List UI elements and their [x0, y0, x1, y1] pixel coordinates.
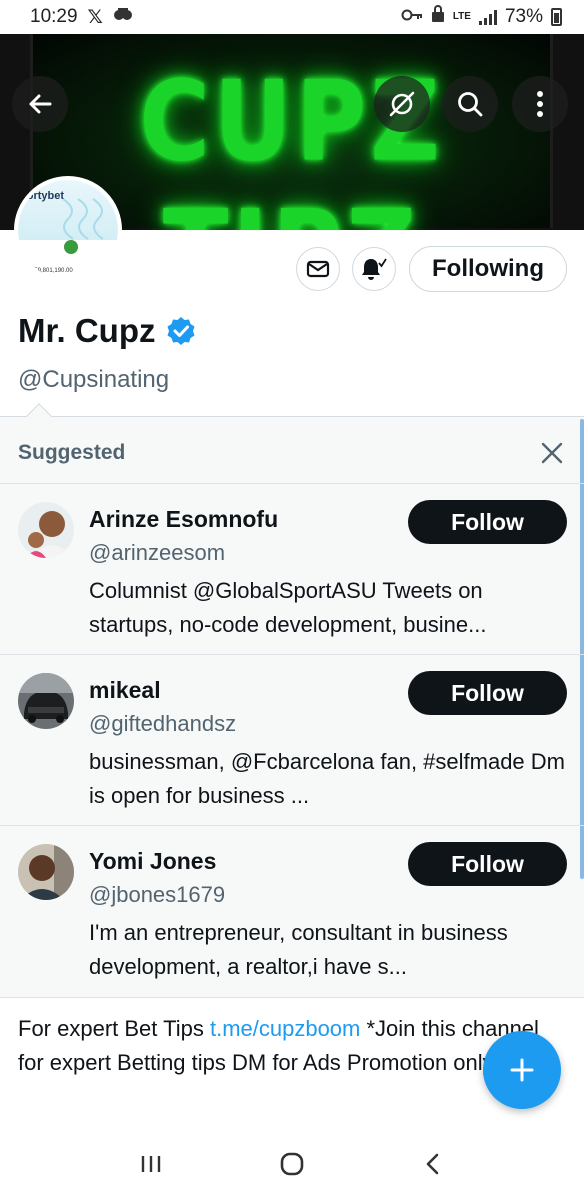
profile-name-row: Mr. Cupz	[18, 312, 196, 350]
suggested-user-row[interactable]: mikeal @giftedhandsz businessman, @Fcbar…	[0, 655, 584, 825]
x-logo-icon: 𝕏	[87, 6, 103, 28]
mute-icon	[389, 91, 415, 117]
back-nav-icon	[427, 1153, 439, 1175]
suggested-user-handle: @giftedhandsz	[89, 711, 237, 736]
profile-handle: @Cupsinating	[18, 366, 170, 393]
status-left: 10:29 𝕏	[30, 6, 133, 29]
suggested-user-row[interactable]: Arinze Esomnofu @arinzeesom Columnist @G…	[0, 484, 584, 654]
key-icon	[401, 6, 423, 28]
system-nav-bar	[0, 1128, 584, 1200]
follow-button[interactable]: Follow	[408, 842, 567, 886]
recents-button[interactable]	[129, 1142, 173, 1186]
status-bar: 10:29 𝕏 LTE 73%	[0, 0, 584, 34]
signal-icon	[478, 9, 497, 25]
divider	[0, 997, 584, 998]
network-type: LTE	[452, 11, 471, 22]
battery-icon	[551, 8, 562, 26]
back-nav-button[interactable]	[411, 1142, 455, 1186]
suggested-user-handle: @arinzeesom	[89, 540, 226, 565]
close-icon	[541, 442, 563, 464]
compose-button[interactable]	[483, 1031, 561, 1109]
message-button[interactable]	[296, 247, 340, 291]
panel-caret	[26, 403, 52, 429]
more-options-button[interactable]	[512, 76, 568, 132]
suggested-user-bio: businessman, @Fcbarcelona fan, #selfmade…	[89, 749, 565, 808]
back-button[interactable]	[12, 76, 68, 132]
bell-icon	[362, 258, 387, 280]
suggested-user-avatar[interactable]	[18, 844, 74, 900]
search-icon	[458, 92, 483, 117]
profile-avatar[interactable]: portybet ₦59,801,190.00	[14, 176, 122, 284]
suggested-title: Suggested	[18, 441, 126, 464]
mail-icon	[306, 260, 330, 278]
following-button[interactable]: Following	[409, 246, 567, 292]
suggested-user-bio: Columnist @GlobalSportASU Tweets on star…	[89, 578, 487, 637]
suggested-user-avatar[interactable]	[18, 502, 74, 558]
status-right: LTE 73%	[401, 5, 562, 29]
recents-icon	[141, 1156, 160, 1172]
vpn-lock-icon	[431, 5, 445, 29]
suggested-user-bio: I'm an entrepreneur, consultant in busin…	[89, 920, 508, 979]
app-notification-icon	[113, 6, 133, 28]
back-arrow-icon	[29, 94, 52, 114]
avatar-image: portybet ₦59,801,190.00	[18, 180, 118, 280]
bio-prefix: For expert Bet Tips	[18, 1016, 210, 1041]
suggested-user-avatar[interactable]	[18, 673, 74, 729]
follow-button[interactable]: Follow	[408, 671, 567, 715]
avatar-amount: ₦59,801,190.00	[30, 268, 73, 274]
suggested-user-row[interactable]: Yomi Jones @jbones1679 I'm an entreprene…	[0, 826, 584, 996]
suggested-user-name[interactable]: Yomi Jones	[89, 848, 216, 875]
suggested-panel: Suggested Arinze Esomnofu @arinzeesom Co…	[0, 403, 584, 997]
verified-icon	[167, 317, 194, 345]
suggested-user-name[interactable]: mikeal	[89, 677, 161, 704]
notifications-button[interactable]	[352, 247, 396, 291]
bio-link[interactable]: t.me/cupzboom	[210, 1016, 360, 1041]
follow-button[interactable]: Follow	[408, 500, 567, 544]
display-name: Mr. Cupz	[18, 312, 156, 349]
suggested-user-handle: @jbones1679	[89, 882, 226, 907]
home-button[interactable]	[270, 1142, 314, 1186]
avatar-dot	[64, 240, 78, 254]
status-time: 10:29	[30, 6, 78, 27]
dismiss-suggested-button[interactable]	[538, 439, 566, 467]
battery-percent: 73%	[504, 6, 543, 27]
more-icon	[537, 91, 543, 117]
search-button[interactable]	[442, 76, 498, 132]
mute-button[interactable]	[374, 76, 430, 132]
suggested-user-name[interactable]: Arinze Esomnofu	[89, 506, 278, 533]
profile-bio: For expert Bet Tips t.me/cupzboom *Join …	[18, 1012, 558, 1080]
avatar-wave-graphic	[62, 198, 104, 240]
home-icon	[280, 1152, 304, 1176]
compose-plus-icon	[510, 1058, 534, 1082]
